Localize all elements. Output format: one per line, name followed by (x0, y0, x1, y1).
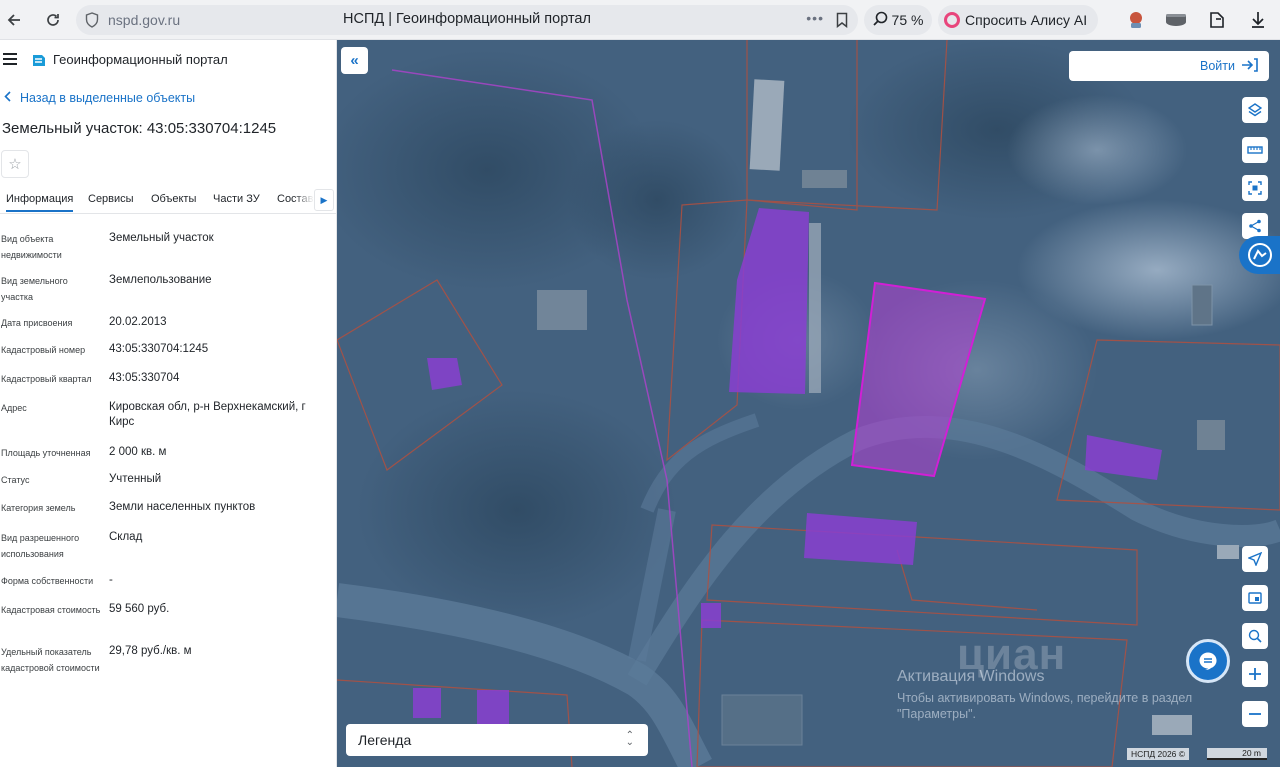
tab-fade (294, 188, 314, 213)
address-bar[interactable]: nspd.gov.ru НСПД | Геоинформационный пор… (76, 5, 858, 35)
info-panel: Геоинформационный портал Назад в выделен… (0, 40, 337, 767)
extension-icon[interactable] (1164, 8, 1188, 32)
reload-icon[interactable] (39, 6, 67, 34)
tab-parts[interactable]: Части ЗУ (213, 193, 260, 205)
extension-icon[interactable] (1124, 8, 1148, 32)
field-label: Форма собственности (1, 576, 94, 586)
field-value: Земли населенных пунктов (109, 501, 256, 513)
collapse-panel-button[interactable]: « (341, 47, 368, 74)
field-label: Вид земельного участка (1, 276, 68, 302)
zoom-level: 75 % (891, 12, 924, 28)
browser-toolbar: nspd.gov.ru НСПД | Геоинформационный пор… (0, 0, 1280, 40)
ruler-icon[interactable] (1242, 137, 1268, 163)
object-tabs: Информация Сервисы Объекты Части ЗУ Сост… (0, 188, 336, 214)
extension-icon[interactable] (1205, 8, 1229, 32)
map-canvas[interactable]: « Войти циан Активация Windows Чтобы акт… (337, 40, 1280, 767)
zoom-in-icon[interactable] (1242, 661, 1268, 687)
alice-label: Спросить Алису AI (965, 12, 1088, 28)
field-value: 29,78 руб./кв. м (109, 645, 192, 657)
scale-bar: 20 m (1207, 748, 1267, 760)
field-label: Кадастровый квартал (1, 374, 92, 384)
field-value: 43:05:330704 (109, 372, 180, 384)
field-label: Вид разрешенного использования (1, 533, 80, 559)
login-button[interactable]: Войти (1069, 51, 1269, 81)
area-select-icon[interactable] (1242, 175, 1268, 201)
field-value: Кировская обл, р-н Верхнекамский, г Кирс (109, 401, 306, 428)
alice-button[interactable]: Спросить Алису AI (938, 5, 1098, 35)
more-dots-icon[interactable]: ••• (806, 10, 824, 26)
field-label: Дата присвоения (1, 318, 73, 328)
field-label: Статус (1, 475, 30, 485)
back-to-selected-link[interactable]: Назад в выделенные объекты (4, 91, 195, 105)
login-label: Войти (1200, 59, 1235, 73)
tab-services[interactable]: Сервисы (88, 193, 134, 205)
back-link-label: Назад в выделенные объекты (20, 91, 196, 105)
chevron-updown-icon: ⌃ ⌄ (625, 730, 634, 748)
field-label: Удельный показатель кадастровой стоимост… (1, 647, 100, 673)
url-text: nspd.gov.ru (108, 12, 181, 28)
field-value: Склад (109, 531, 143, 543)
tab-title: НСПД | Геоинформационный портал (343, 11, 591, 27)
zoom-out-icon[interactable] (1242, 701, 1268, 727)
chat-icon[interactable] (1186, 639, 1230, 683)
tab-information[interactable]: Информация (6, 193, 74, 212)
field-value: Землепользование (109, 274, 212, 286)
legend-select[interactable]: Легенда ⌃ ⌄ (346, 724, 648, 756)
login-icon (1241, 57, 1259, 76)
field-value: - (109, 574, 113, 586)
download-icon[interactable] (1246, 8, 1270, 32)
panel-header: Геоинформационный портал (0, 40, 336, 80)
field-label: Категория земель (1, 503, 76, 513)
field-label: Вид объекта недвижимости (1, 234, 62, 260)
legend-label: Легенда (358, 732, 412, 748)
tab-objects[interactable]: Объекты (151, 193, 196, 205)
assistant-icon[interactable] (1239, 236, 1280, 274)
geo-search-icon[interactable] (1242, 623, 1268, 649)
print-icon[interactable] (1242, 585, 1268, 611)
bookmark-icon[interactable] (836, 12, 848, 33)
locate-icon[interactable] (1242, 546, 1268, 572)
tabs-scroll-right-icon[interactable]: ▶ (314, 189, 334, 211)
field-label: Адрес (1, 403, 27, 413)
field-value: 59 560 руб. (109, 603, 170, 615)
field-value: 43:05:330704:1245 (109, 343, 209, 355)
field-value: 20.02.2013 (109, 316, 167, 328)
object-title: Земельный участок: 43:05:330704:1245 (2, 120, 277, 137)
back-arrow-icon[interactable] (0, 6, 28, 34)
portal-logo-icon (31, 52, 47, 68)
favorite-star-icon[interactable]: ☆ (1, 150, 29, 178)
chevron-left-icon (4, 91, 11, 105)
menu-icon[interactable] (3, 53, 17, 65)
satellite-imagery (337, 40, 1280, 767)
field-value: Земельный участок (109, 232, 214, 244)
zoom-icon (872, 11, 888, 29)
portal-title: Геоинформационный портал (53, 52, 228, 67)
field-label: Кадастровая стоимость (1, 605, 101, 615)
shield-icon (85, 12, 99, 33)
copyright: НСПД 2026 © (1127, 748, 1190, 760)
field-label: Площадь уточненная (1, 448, 91, 458)
windows-activation-text: Чтобы активировать Windows, перейдите в … (897, 691, 1193, 721)
layers-icon[interactable] (1242, 97, 1268, 123)
alice-icon (944, 12, 960, 28)
zoom-indicator[interactable]: 75 % (864, 5, 932, 35)
windows-activation-title: Активация Windows (897, 668, 1045, 685)
field-value: 2 000 кв. м (109, 446, 167, 458)
field-value: Учтенный (109, 473, 162, 485)
field-label: Кадастровый номер (1, 345, 86, 355)
